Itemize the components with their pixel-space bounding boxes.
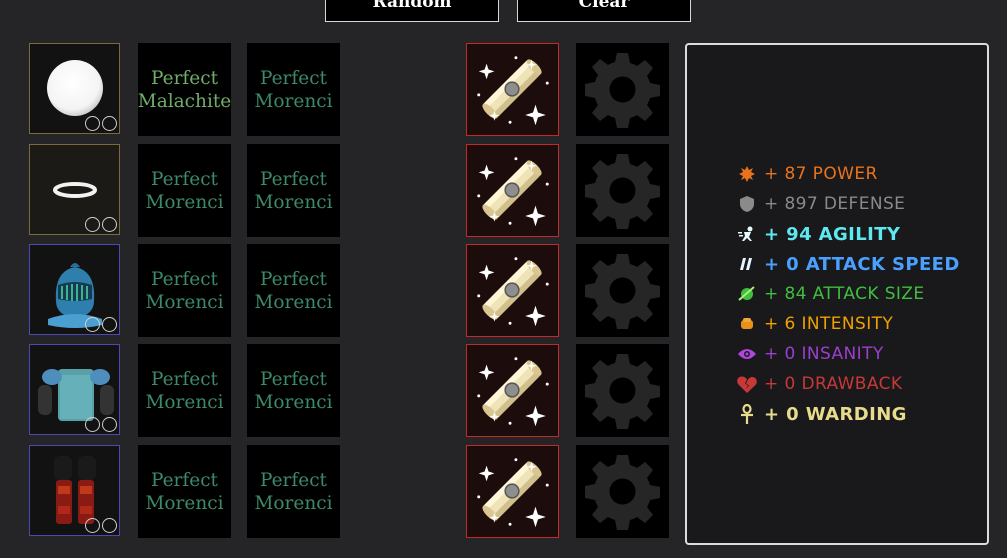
gear-icon (576, 144, 669, 237)
gem-slot[interactable]: Perfect Malachite (138, 43, 231, 136)
equipment-slot-leggings[interactable] (29, 445, 120, 536)
modifier-slot[interactable] (576, 144, 669, 237)
scroll-icon (467, 446, 558, 537)
gem-slot[interactable]: Perfect Morenci (138, 144, 231, 237)
gem-slot[interactable]: Perfect Morenci (138, 445, 231, 538)
scroll-icon (467, 44, 558, 135)
gem-name-line1: Perfect (150, 268, 218, 290)
stat-warding-text: + 0 WARDING (764, 403, 907, 425)
modifier-slot[interactable] (576, 445, 669, 538)
broken-heart-icon (737, 374, 757, 394)
gem-name-line1: Perfect (259, 168, 327, 190)
gem-slot[interactable]: Perfect Morenci (247, 43, 340, 136)
stat-insanity-text: + 0 INSANITY (764, 344, 884, 364)
stat-attack-size: + 84 ATTACK SIZE (737, 281, 925, 307)
gem-name-line2: Morenci (145, 391, 224, 413)
stat-insanity: + 0 INSANITY (737, 341, 884, 367)
gear-icon (576, 43, 669, 136)
enchant-scroll-slot[interactable] (466, 144, 559, 237)
ankh-icon (737, 404, 757, 424)
attack-speed-icon (737, 254, 757, 274)
eye-icon (737, 344, 757, 364)
gem-slot[interactable]: Perfect Morenci (247, 244, 340, 337)
gem-name-line1: Perfect (259, 67, 327, 89)
modifier-slot[interactable] (576, 43, 669, 136)
scroll-icon (467, 245, 558, 336)
gem-name-line2: Morenci (254, 191, 333, 213)
gem-name-line1: Perfect (259, 368, 327, 390)
scroll-icon (467, 345, 558, 436)
gem-slot[interactable]: Perfect Morenci (138, 344, 231, 437)
stat-agility: + 94 AGILITY (737, 221, 900, 247)
stat-attack-speed: + 0 ATTACK SPEED (737, 251, 960, 277)
gem-name-line1: Perfect (151, 67, 218, 89)
gem-name-line2: Morenci (254, 492, 333, 514)
equipment-slot-ring[interactable] (29, 144, 120, 235)
gem-name-line2: Morenci (145, 191, 224, 213)
gem-name-line2: Morenci (145, 291, 224, 313)
equipment-slot-helmet[interactable] (29, 244, 120, 335)
socket-indicators (85, 116, 117, 131)
gem-name-line1: Perfect (259, 469, 327, 491)
gem-slot[interactable]: Perfect Morenci (138, 244, 231, 337)
stats-panel: + 87 POWER + 897 DEFENSE + 94 AGILITY + … (685, 43, 989, 545)
gem-name-line2: Morenci (254, 291, 333, 313)
scroll-icon (467, 145, 558, 236)
shield-icon (737, 194, 757, 214)
gem-name-line2: Morenci (145, 492, 224, 514)
stat-agility-text: + 94 AGILITY (764, 223, 901, 245)
stat-drawback-text: + 0 DRAWBACK (764, 374, 903, 394)
socket-indicators (85, 317, 117, 332)
stat-defense-text: + 897 DEFENSE (764, 194, 906, 214)
modifier-slot[interactable] (576, 344, 669, 437)
enchant-scroll-slot[interactable] (466, 43, 559, 136)
stat-attack-speed-text: + 0 ATTACK SPEED (764, 253, 960, 275)
stat-drawback: + 0 DRAWBACK (737, 371, 902, 397)
gear-icon (576, 244, 669, 337)
gem-name-line2: Malachite (137, 90, 232, 112)
socket-indicators (85, 217, 117, 232)
gem-slot[interactable]: Perfect Morenci (247, 144, 340, 237)
stat-attack-size-text: + 84 ATTACK SIZE (764, 284, 925, 304)
stat-intensity: + 6 INTENSITY (737, 311, 893, 337)
stat-warding: + 0 WARDING (737, 401, 907, 427)
gem-name-line1: Perfect (150, 469, 218, 491)
gem-name-line1: Perfect (150, 168, 218, 190)
enchant-scroll-slot[interactable] (466, 244, 559, 337)
gem-name-line1: Perfect (259, 268, 327, 290)
gem-name-line1: Perfect (150, 368, 218, 390)
stat-defense: + 897 DEFENSE (737, 191, 905, 217)
intensity-fist-icon (737, 314, 757, 334)
agility-icon (737, 224, 757, 244)
gear-icon (576, 445, 669, 538)
enchant-scroll-slot[interactable] (466, 344, 559, 437)
stat-power-text: + 87 POWER (764, 164, 878, 184)
equipment-slot-orb[interactable] (29, 43, 120, 134)
random-button[interactable]: Random (325, 0, 499, 22)
stat-intensity-text: + 6 INTENSITY (764, 314, 894, 334)
attack-size-icon (737, 284, 757, 304)
socket-indicators (85, 518, 117, 533)
gem-slot[interactable]: Perfect Morenci (247, 445, 340, 538)
equipment-slot-chestplate[interactable] (29, 344, 120, 435)
stat-power: + 87 POWER (737, 161, 878, 187)
enchant-scroll-slot[interactable] (466, 445, 559, 538)
gear-icon (576, 344, 669, 437)
socket-indicators (85, 417, 117, 432)
power-icon (737, 164, 757, 184)
gem-name-line2: Morenci (254, 90, 333, 112)
modifier-slot[interactable] (576, 244, 669, 337)
clear-button[interactable]: Clear (517, 0, 691, 22)
gem-slot[interactable]: Perfect Morenci (247, 344, 340, 437)
gem-name-line2: Morenci (254, 391, 333, 413)
